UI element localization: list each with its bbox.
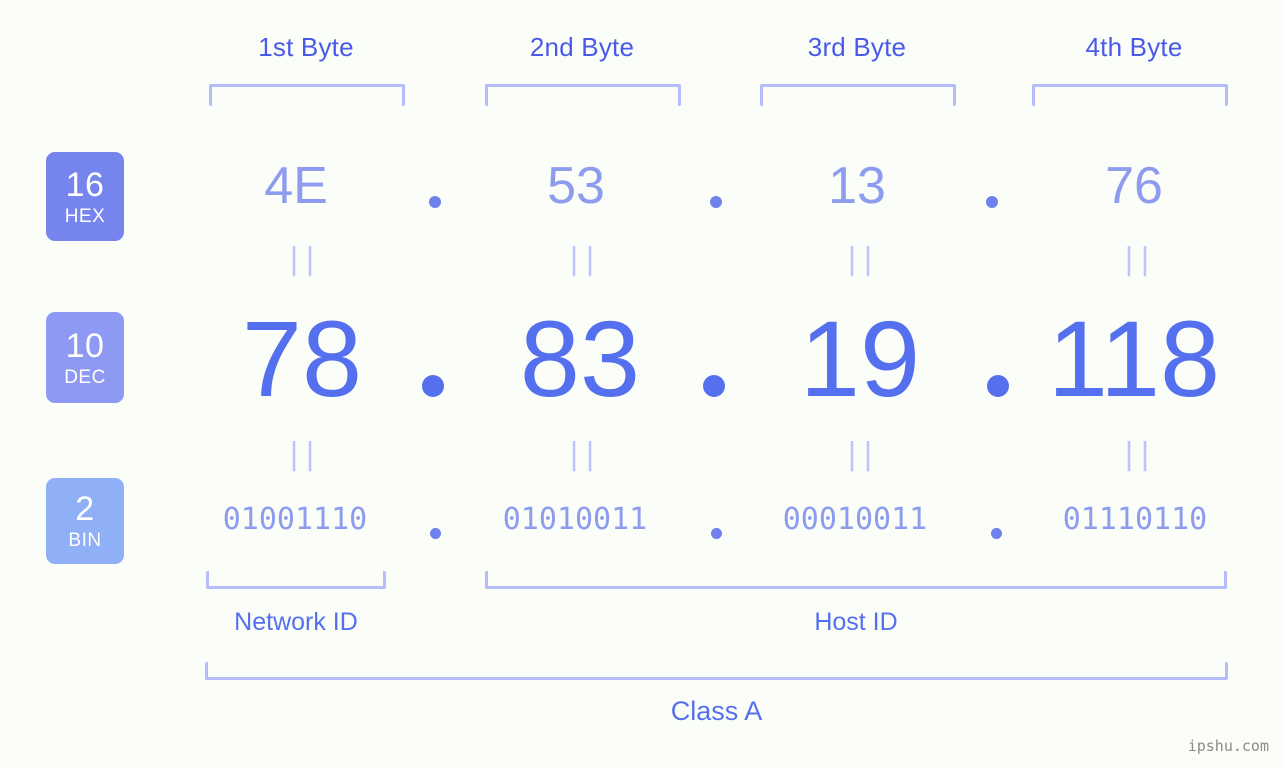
dec-byte-2: 83	[519, 298, 641, 419]
byte-bracket-1	[209, 84, 405, 106]
byte-header-3: 3rd Byte	[807, 32, 907, 62]
equals-mark-dec-bin-3: ||	[842, 437, 877, 472]
byte-header-1: 1st Byte	[258, 32, 354, 62]
base-badge-hex-number: 16	[65, 165, 105, 204]
network-id-bracket	[206, 571, 386, 589]
hex-separator-dot-2	[710, 196, 722, 208]
bin-separator-dot-2	[711, 528, 722, 539]
dec-separator-dot-1	[422, 375, 444, 397]
ip-breakdown-diagram: 1st Byte 2nd Byte 3rd Byte 4th Byte 16 H…	[0, 0, 1285, 767]
base-badge-hex-label: HEX	[64, 205, 106, 227]
hex-byte-3: 13	[828, 157, 886, 215]
byte-header-4: 4th Byte	[1085, 32, 1183, 62]
host-id-bracket	[485, 571, 1227, 589]
equals-mark-hex-dec-2: ||	[564, 242, 599, 277]
hex-separator-dot-1	[429, 196, 441, 208]
bin-separator-dot-1	[430, 528, 441, 539]
dec-separator-dot-2	[703, 375, 725, 397]
bin-separator-dot-3	[991, 528, 1002, 539]
byte-bracket-2	[485, 84, 681, 106]
base-badge-hex: 16 HEX	[46, 152, 124, 241]
base-badge-dec-label: DEC	[64, 366, 106, 388]
base-badge-bin-label: BIN	[68, 530, 102, 551]
hex-separator-dot-3	[986, 196, 998, 208]
host-id-label: Host ID	[814, 608, 898, 636]
dec-byte-1: 78	[241, 298, 363, 419]
dec-byte-4: 118	[1047, 298, 1221, 419]
address-class-label: Class A	[670, 696, 763, 726]
hex-byte-1: 4E	[264, 157, 328, 215]
equals-mark-hex-dec-1: ||	[284, 242, 319, 277]
byte-bracket-3	[760, 84, 956, 106]
dec-byte-3: 19	[799, 298, 921, 419]
address-class-bracket	[205, 662, 1228, 680]
equals-mark-hex-dec-3: ||	[842, 242, 877, 277]
network-id-label: Network ID	[234, 608, 358, 636]
site-watermark: ipshu.com	[1187, 737, 1269, 755]
byte-header-2: 2nd Byte	[529, 32, 635, 62]
byte-bracket-4	[1032, 84, 1228, 106]
dec-separator-dot-3	[987, 375, 1009, 397]
base-badge-bin: 2 BIN	[46, 478, 124, 564]
bin-byte-1: 01001110	[222, 502, 368, 537]
bin-byte-4: 01110110	[1062, 502, 1208, 537]
hex-byte-4: 76	[1105, 157, 1163, 215]
equals-mark-dec-bin-1: ||	[284, 437, 319, 472]
bin-byte-3: 00010011	[782, 502, 928, 537]
equals-mark-dec-bin-2: ||	[564, 437, 599, 472]
bin-byte-2: 01010011	[502, 502, 648, 537]
equals-mark-dec-bin-4: ||	[1119, 437, 1154, 472]
equals-mark-hex-dec-4: ||	[1119, 242, 1154, 277]
base-badge-dec: 10 DEC	[46, 312, 124, 403]
hex-byte-2: 53	[547, 157, 605, 215]
base-badge-dec-number: 10	[65, 326, 105, 365]
base-badge-bin-number: 2	[75, 490, 95, 528]
